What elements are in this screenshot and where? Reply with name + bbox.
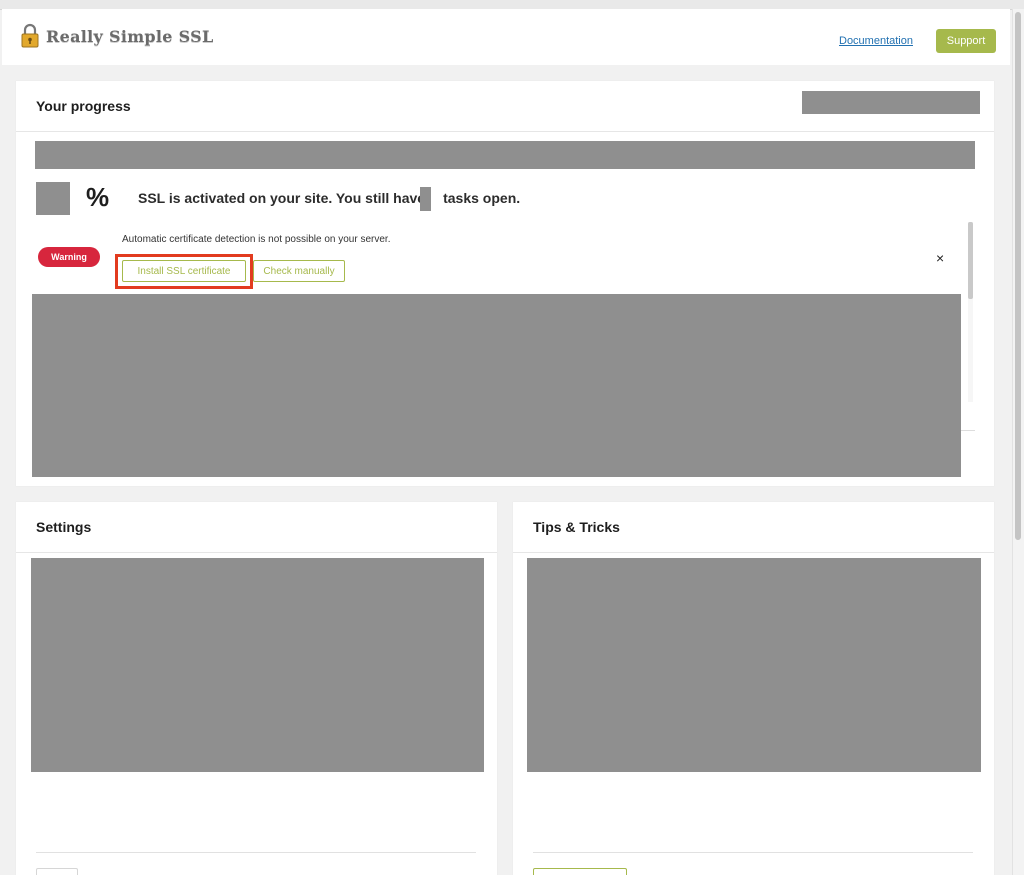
tips-card-header: Tips & Tricks — [513, 502, 994, 553]
tips-title: Tips & Tricks — [533, 519, 620, 535]
documentation-link[interactable]: Documentation — [839, 35, 913, 47]
task-list-scrollbar-thumb[interactable] — [968, 222, 973, 299]
redacted-progress-bar — [35, 141, 975, 169]
plugin-header: Really Simple SSL Documentation Support — [2, 9, 1010, 65]
settings-card: Settings — [16, 502, 497, 875]
action-highlight-box — [115, 254, 253, 289]
task-message: Automatic certificate detection is not p… — [122, 234, 391, 245]
page-scrollbar-thumb[interactable] — [1015, 12, 1021, 540]
redacted-percentage-value — [36, 182, 70, 215]
redacted-task-list — [32, 294, 961, 477]
settings-footer-button[interactable] — [36, 868, 78, 875]
settings-card-header: Settings — [16, 502, 497, 553]
redacted-tips-content — [527, 558, 981, 772]
tips-footer-divider — [533, 852, 973, 853]
percent-symbol: % — [86, 182, 110, 212]
ssl-status-message: SSL is activated on your site. You still… — [138, 190, 520, 206]
redacted-header-control — [802, 91, 980, 114]
app-title: Really Simple SSL — [46, 26, 214, 46]
redacted-settings-content — [31, 558, 484, 772]
settings-footer-divider — [36, 852, 476, 853]
progress-card: Your progress % SSL is activated on your… — [16, 81, 994, 486]
plugin-dashboard: Really Simple SSL Documentation Support … — [0, 0, 1024, 875]
close-icon[interactable]: × — [936, 250, 944, 266]
tips-footer-button[interactable] — [533, 868, 627, 875]
support-button[interactable]: Support — [936, 29, 996, 53]
status-text-start: SSL is activated on your site. You still… — [138, 190, 426, 206]
app-logo: Really Simple SSL — [20, 23, 214, 49]
progress-card-header: Your progress — [16, 81, 994, 132]
check-manually-button[interactable]: Check manually — [253, 260, 345, 282]
settings-title: Settings — [36, 519, 92, 535]
status-text-end: tasks open. — [443, 190, 521, 206]
redacted-task-count — [420, 187, 431, 211]
warning-badge: Warning — [38, 247, 100, 267]
progress-title: Your progress — [36, 98, 131, 114]
padlock-icon — [21, 23, 39, 48]
tips-card: Tips & Tricks — [513, 502, 994, 875]
